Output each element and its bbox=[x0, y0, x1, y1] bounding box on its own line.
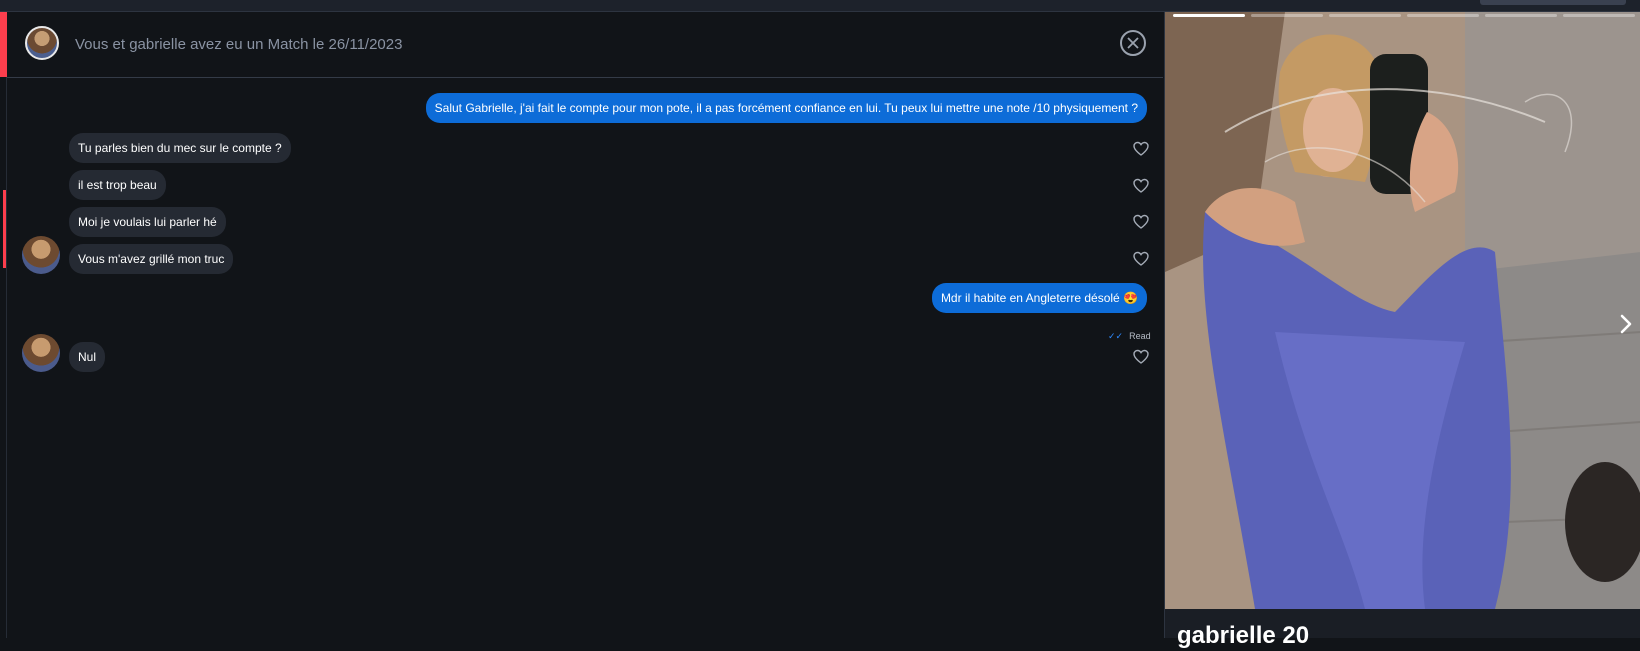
message-text: Tu parles bien du mec sur le compte ? bbox=[78, 141, 282, 155]
chat-panel: Vous et gabrielle avez eu un Match le 26… bbox=[0, 12, 1163, 638]
heart-outline-icon[interactable] bbox=[1133, 214, 1149, 230]
chevron-right-icon[interactable] bbox=[1617, 312, 1635, 336]
incoming-message[interactable]: Nul bbox=[69, 342, 106, 372]
incoming-message[interactable]: Vous m'avez grillé mon truc bbox=[69, 244, 234, 274]
incoming-message[interactable]: Moi je voulais lui parler hé bbox=[69, 207, 226, 237]
double-check-icon: ✓✓ bbox=[1108, 331, 1124, 341]
message-list: Salut Gabrielle, j'ai fait le compte pou… bbox=[0, 12, 1163, 638]
profile-panel: gabrielle 20 bbox=[1164, 12, 1640, 649]
message-text: Moi je voulais lui parler hé bbox=[78, 215, 217, 229]
photo-pager-dot[interactable] bbox=[1485, 14, 1557, 17]
read-label: Read bbox=[1129, 331, 1151, 341]
heart-outline-icon[interactable] bbox=[1133, 141, 1149, 157]
outgoing-message[interactable]: Salut Gabrielle, j'ai fait le compte pou… bbox=[425, 93, 1147, 123]
incoming-message[interactable]: il est trop beau bbox=[69, 170, 166, 200]
message-text: il est trop beau bbox=[78, 178, 157, 192]
message-text: Nul bbox=[78, 350, 97, 364]
message-text: Salut Gabrielle, j'ai fait le compte pou… bbox=[434, 101, 1138, 115]
heart-outline-icon[interactable] bbox=[1133, 251, 1149, 267]
sender-avatar[interactable] bbox=[22, 236, 60, 274]
sender-avatar[interactable] bbox=[22, 334, 60, 372]
heart-outline-icon[interactable] bbox=[1133, 178, 1149, 194]
message-text: Mdr il habite en Angleterre désolé 😍 bbox=[940, 291, 1138, 305]
outgoing-message[interactable]: Mdr il habite en Angleterre désolé 😍 bbox=[931, 283, 1147, 313]
photo-illustration bbox=[1165, 12, 1640, 609]
photo-pager-dot[interactable] bbox=[1563, 14, 1635, 17]
photo-pager bbox=[1173, 14, 1635, 18]
read-receipt: ✓✓ Read bbox=[1108, 331, 1151, 342]
profile-photo[interactable] bbox=[1165, 12, 1640, 609]
photo-pager-dot[interactable] bbox=[1407, 14, 1479, 17]
photo-pager-dot[interactable] bbox=[1173, 14, 1245, 17]
photo-pager-dot[interactable] bbox=[1329, 14, 1401, 17]
top-bar-tab[interactable] bbox=[1480, 0, 1626, 5]
photo-pager-dot[interactable] bbox=[1251, 14, 1323, 17]
heart-outline-icon[interactable] bbox=[1133, 349, 1149, 365]
top-bar bbox=[0, 0, 1640, 12]
profile-name-age: gabrielle 20 bbox=[1177, 622, 1310, 649]
message-text: Vous m'avez grillé mon truc bbox=[78, 252, 225, 266]
incoming-message[interactable]: Tu parles bien du mec sur le compte ? bbox=[69, 133, 291, 163]
